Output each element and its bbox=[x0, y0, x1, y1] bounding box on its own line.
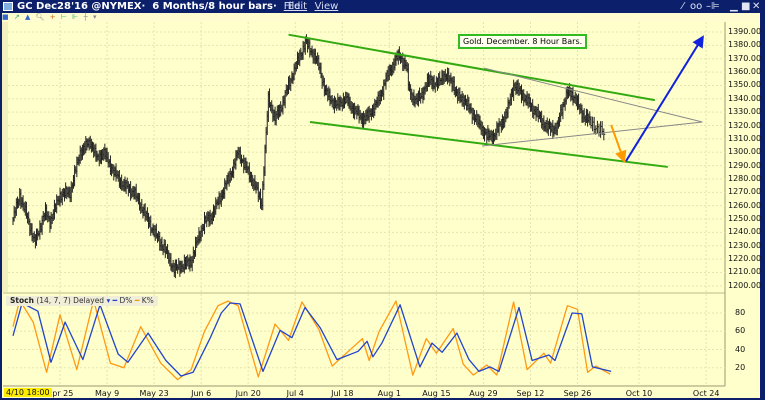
time-tick-label: Oct 24 bbox=[692, 389, 720, 398]
grid bbox=[3, 22, 726, 387]
price-tick-label: 1300.00 bbox=[728, 147, 762, 157]
stoch-legend[interactable]: Stoch (14, 7, 7) Delayed ▾ ━ D% ━ K% bbox=[6, 296, 158, 306]
price-tick-label: 1220.00 bbox=[728, 254, 762, 264]
apex-upper-line bbox=[483, 67, 703, 123]
time-tick-label: Oct 10 bbox=[625, 389, 653, 398]
time-tick-label: May 23 bbox=[139, 389, 169, 398]
price-tick-label: 1240.00 bbox=[728, 227, 762, 237]
price-tick-label: 1250.00 bbox=[728, 214, 762, 224]
price-tick-label: 1320.00 bbox=[728, 120, 762, 130]
time-tick-label: Sep 26 bbox=[563, 389, 592, 398]
drawings bbox=[288, 33, 704, 168]
time-tick-label: Aug 15 bbox=[422, 389, 451, 398]
price-tick-label: 1290.00 bbox=[728, 160, 762, 170]
price-tick-label: 1210.00 bbox=[728, 267, 762, 277]
stoch-tick-label: 20 bbox=[735, 362, 746, 372]
price-tick-label: 1310.00 bbox=[728, 133, 762, 143]
stoch-tick-label: 80 bbox=[735, 308, 746, 317]
start-time-label: 4/10 18:00 bbox=[4, 388, 52, 397]
price-tick-label: 1390.00 bbox=[728, 27, 762, 36]
stoch-params: (14, 7, 7) Delayed bbox=[36, 296, 105, 305]
time-tick-label: Sep 12 bbox=[516, 389, 545, 398]
time-tick-label: May 9 bbox=[94, 389, 120, 398]
price-tick-label: 1370.00 bbox=[728, 53, 762, 63]
price-tick-label: 1270.00 bbox=[728, 187, 762, 197]
chart-annotation-label[interactable]: Gold. December. 8 Hour Bars. bbox=[458, 34, 588, 49]
stoch-tick-label: 40 bbox=[735, 344, 746, 354]
price-tick-label: 1280.00 bbox=[728, 173, 762, 183]
k-legend: K% bbox=[141, 296, 154, 305]
price-tick-label: 1200.00 bbox=[728, 280, 762, 290]
time-tick-label: Aug 29 bbox=[469, 389, 498, 398]
price-tick-label: 1350.00 bbox=[728, 80, 762, 90]
time-tick-label: Jun 20 bbox=[235, 389, 261, 398]
price-chart[interactable] bbox=[0, 0, 765, 400]
price-tick-label: 1230.00 bbox=[728, 240, 762, 250]
time-tick-label: Aug 1 bbox=[377, 389, 401, 398]
price-tick-label: 1380.00 bbox=[728, 40, 762, 50]
price-tick-label: 1260.00 bbox=[728, 200, 762, 210]
time-tick-label: Jun 6 bbox=[191, 389, 212, 398]
price-tick-label: 1360.00 bbox=[728, 67, 762, 77]
time-tick-label: Jul 18 bbox=[331, 389, 354, 398]
price-bars bbox=[12, 34, 606, 279]
price-tick-label: 1340.00 bbox=[728, 93, 762, 103]
stoch-tick-label: 60 bbox=[735, 326, 746, 336]
price-tick-label: 1330.00 bbox=[728, 107, 762, 117]
d-legend: D% bbox=[119, 296, 133, 305]
stoch-name: Stoch bbox=[10, 296, 34, 305]
time-tick-label: Jul 4 bbox=[286, 389, 304, 398]
